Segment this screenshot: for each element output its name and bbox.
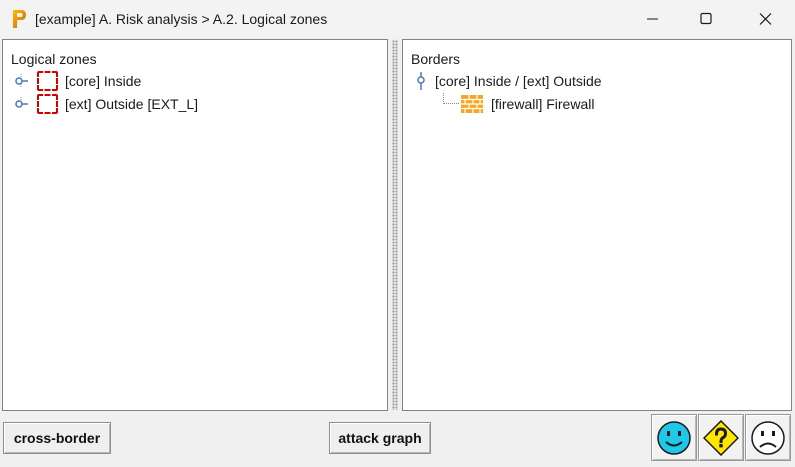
minimize-icon [647, 18, 658, 20]
close-button[interactable] [742, 0, 788, 38]
panel-heading: Logical zones [11, 51, 97, 67]
happy-face-icon [657, 421, 691, 455]
cross-border-button[interactable]: cross-border [3, 422, 111, 454]
firewall-brick-icon [461, 95, 483, 113]
minimize-button[interactable] [630, 0, 676, 38]
p-logo-icon [13, 10, 26, 28]
tree-item-border-root[interactable]: [core] Inside / [ext] Outside [415, 70, 775, 92]
close-icon [759, 13, 772, 25]
tree-item-label: [core] Inside [65, 73, 142, 89]
maximize-icon [700, 12, 712, 25]
borders-panel[interactable]: Borders [core] Inside / [ext] Outside [f… [402, 39, 792, 411]
tree-item-firewall[interactable]: [firewall] Firewall [461, 93, 761, 115]
tree-connector [443, 93, 459, 104]
sad-face-button[interactable] [745, 414, 791, 461]
zone-dashed-box-icon [37, 94, 58, 114]
tree-node-icon [15, 97, 28, 108]
zone-dashed-box-icon [37, 71, 58, 91]
tree-item-core-inside[interactable]: [core] Inside [15, 70, 355, 92]
happy-face-button[interactable] [651, 414, 697, 461]
logical-zones-panel[interactable]: Logical zones [core] Inside [ext] Outsid… [2, 39, 388, 411]
help-button[interactable] [698, 414, 744, 461]
question-diamond-icon [703, 420, 739, 456]
tree-item-label: [firewall] Firewall [491, 96, 595, 112]
tree-node-icon [15, 74, 28, 88]
panel-heading: Borders [411, 51, 461, 67]
title-bar: [example] A. Risk analysis > A.2. Logica… [0, 0, 795, 38]
tree-item-label: [ext] Outside [EXT_L] [65, 96, 199, 112]
tree-item-ext-outside[interactable]: [ext] Outside [EXT_L] [15, 93, 355, 115]
attack-graph-button[interactable]: attack graph [329, 422, 431, 454]
panel-splitter[interactable] [392, 40, 398, 410]
tree-item-label: [core] Inside / [ext] Outside [435, 73, 602, 89]
tree-node-expanded-icon [417, 72, 425, 90]
sad-face-icon [751, 421, 785, 455]
maximize-button[interactable] [683, 0, 729, 38]
window-title: [example] A. Risk analysis > A.2. Logica… [35, 11, 328, 27]
